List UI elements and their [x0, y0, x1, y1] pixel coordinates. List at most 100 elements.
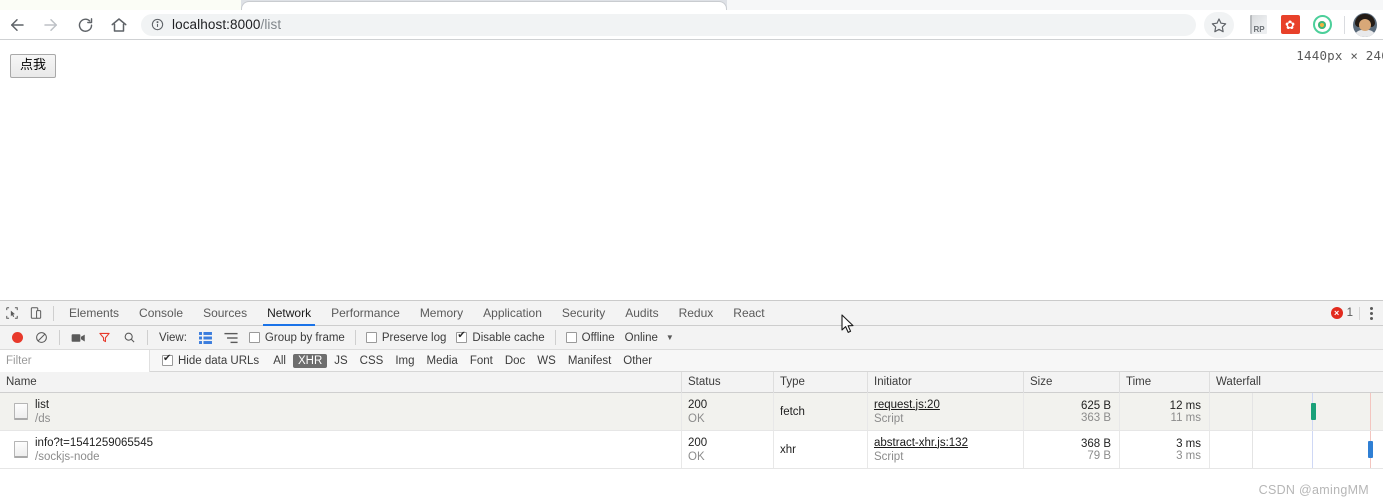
table-header-row: Name Status Type Initiator Size Time Wat… [0, 371, 1383, 393]
column-header-status[interactable]: Status [682, 371, 774, 393]
home-button[interactable] [102, 10, 136, 40]
filter-type-doc[interactable]: Doc [500, 354, 530, 368]
search-icon[interactable] [117, 326, 142, 350]
tab-react[interactable]: React [723, 301, 774, 326]
forward-button[interactable] [34, 10, 68, 40]
table-row[interactable]: list /ds 200 OK fetch request.js:20 Scri… [0, 393, 1383, 431]
error-icon: × [1330, 307, 1343, 319]
group-by-frame-checkbox[interactable]: Group by frame [244, 326, 350, 350]
tab-redux[interactable]: Redux [669, 301, 724, 326]
devtools-tabbar-divider [53, 305, 54, 321]
tab-application[interactable]: Application [473, 301, 552, 326]
view-waterfall-icon[interactable] [218, 326, 244, 350]
document-icon [14, 403, 28, 420]
browser-toolbar: localhost:8000/list RP ✿ [0, 10, 1383, 40]
clear-button[interactable] [29, 326, 54, 350]
tab-network[interactable]: Network [257, 301, 321, 326]
green-target-extension-icon[interactable] [1309, 12, 1335, 38]
info-circle-icon[interactable] [151, 18, 164, 31]
address-bar[interactable]: localhost:8000/list [141, 13, 1196, 36]
record-button[interactable] [6, 326, 29, 350]
red-extension-icon[interactable]: ✿ [1277, 12, 1303, 38]
request-name: info?t=1541259065545 [35, 436, 153, 449]
back-button[interactable] [0, 10, 34, 40]
avatar[interactable] [1353, 12, 1377, 37]
tab-strip-left [0, 0, 241, 10]
tab-memory[interactable]: Memory [410, 301, 473, 326]
rp-extension-label: RP [1249, 15, 1267, 34]
devtools-more-menu-icon[interactable] [1359, 306, 1377, 320]
browser-window: localhost:8000/list RP ✿ 点我 1440px × 246… [0, 0, 1383, 503]
time-total: 12 ms [1169, 399, 1201, 412]
filter-icon[interactable] [92, 326, 117, 350]
request-path: /sockjs-node [35, 450, 100, 463]
filter-type-all[interactable]: All [268, 354, 291, 368]
page-viewport: 点我 1440px × 246 [0, 41, 1383, 300]
status-text: OK [688, 412, 705, 425]
request-type: fetch [780, 405, 805, 418]
status-code: 200 [688, 398, 708, 411]
preserve-log-label: Preserve log [381, 331, 447, 344]
browser-tab[interactable] [241, 1, 727, 10]
network-toolbar-divider-2 [147, 330, 148, 345]
tab-security[interactable]: Security [552, 301, 615, 326]
toolbar-actions: RP ✿ [1204, 11, 1383, 38]
view-label: View: [159, 331, 187, 344]
filter-type-js[interactable]: JS [329, 354, 352, 368]
time-latency: 3 ms [1176, 449, 1201, 462]
cell-size: 625 B 363 B [1024, 393, 1120, 430]
column-header-size[interactable]: Size [1024, 371, 1120, 393]
size-transferred: 625 B [1080, 399, 1111, 412]
reload-button[interactable] [68, 10, 102, 40]
filter-type-other[interactable]: Other [618, 354, 657, 368]
filter-type-font[interactable]: Font [465, 354, 498, 368]
click-me-button[interactable]: 点我 [10, 54, 57, 78]
offline-checkbox[interactable]: Offline [561, 326, 620, 350]
cell-initiator[interactable]: abstract-xhr.js:132 Script [868, 431, 1024, 468]
hide-data-urls-checkbox[interactable]: Hide data URLs [150, 353, 267, 367]
view-large-rows-icon[interactable] [193, 326, 218, 350]
tab-strip-right [727, 0, 1383, 10]
cell-initiator[interactable]: request.js:20 Script [868, 393, 1024, 430]
filter-type-img[interactable]: Img [390, 354, 419, 368]
disable-cache-checkbox[interactable]: Disable cache [451, 326, 549, 350]
rp-extension-icon[interactable]: RP [1245, 12, 1271, 38]
size-resource: 79 B [1087, 449, 1111, 462]
star-icon[interactable] [1204, 11, 1234, 38]
red-extension-glyph: ✿ [1284, 17, 1296, 32]
table-row[interactable]: info?t=1541259065545 /sockjs-node 200 OK… [0, 431, 1383, 469]
column-header-time[interactable]: Time [1120, 371, 1210, 393]
tab-elements[interactable]: Elements [59, 301, 129, 326]
filter-type-manifest[interactable]: Manifest [563, 354, 616, 368]
preserve-log-checkbox[interactable]: Preserve log [361, 326, 452, 350]
network-requests-table: Name Status Type Initiator Size Time Wat… [0, 371, 1383, 469]
tab-audits[interactable]: Audits [615, 301, 668, 326]
column-header-type[interactable]: Type [774, 371, 868, 393]
filter-type-xhr[interactable]: XHR [292, 353, 328, 368]
filter-type-ws[interactable]: WS [532, 354, 561, 368]
throttling-select[interactable]: Online ▼ [620, 326, 687, 350]
cell-name[interactable]: list /ds [0, 393, 682, 430]
devtools-tabbar: Elements Console Sources Network Perform… [0, 301, 1383, 326]
initiator-link[interactable]: abstract-xhr.js:132 [874, 436, 1023, 450]
waterfall-bar [1311, 403, 1316, 420]
filter-input[interactable]: Filter [0, 349, 150, 372]
column-header-waterfall[interactable]: Waterfall [1210, 372, 1383, 393]
status-text: OK [688, 450, 705, 463]
tab-performance[interactable]: Performance [321, 301, 410, 326]
inspect-element-icon[interactable] [0, 301, 24, 325]
cell-name[interactable]: info?t=1541259065545 /sockjs-node [0, 431, 682, 468]
initiator-link[interactable]: request.js:20 [874, 398, 1023, 412]
filter-type-css[interactable]: CSS [355, 354, 389, 368]
column-header-name[interactable]: Name [0, 371, 682, 393]
tab-sources[interactable]: Sources [193, 301, 257, 326]
capture-screenshots-icon[interactable] [65, 326, 92, 350]
offline-box [565, 332, 577, 343]
column-header-initiator[interactable]: Initiator [868, 371, 1024, 393]
offline-label: Offline [581, 331, 615, 344]
filter-type-media[interactable]: Media [422, 354, 463, 368]
error-badge[interactable]: × 1 [1330, 307, 1353, 319]
tab-console[interactable]: Console [129, 301, 193, 326]
waterfall-bar [1368, 441, 1373, 458]
toggle-device-toolbar-icon[interactable] [24, 301, 48, 325]
